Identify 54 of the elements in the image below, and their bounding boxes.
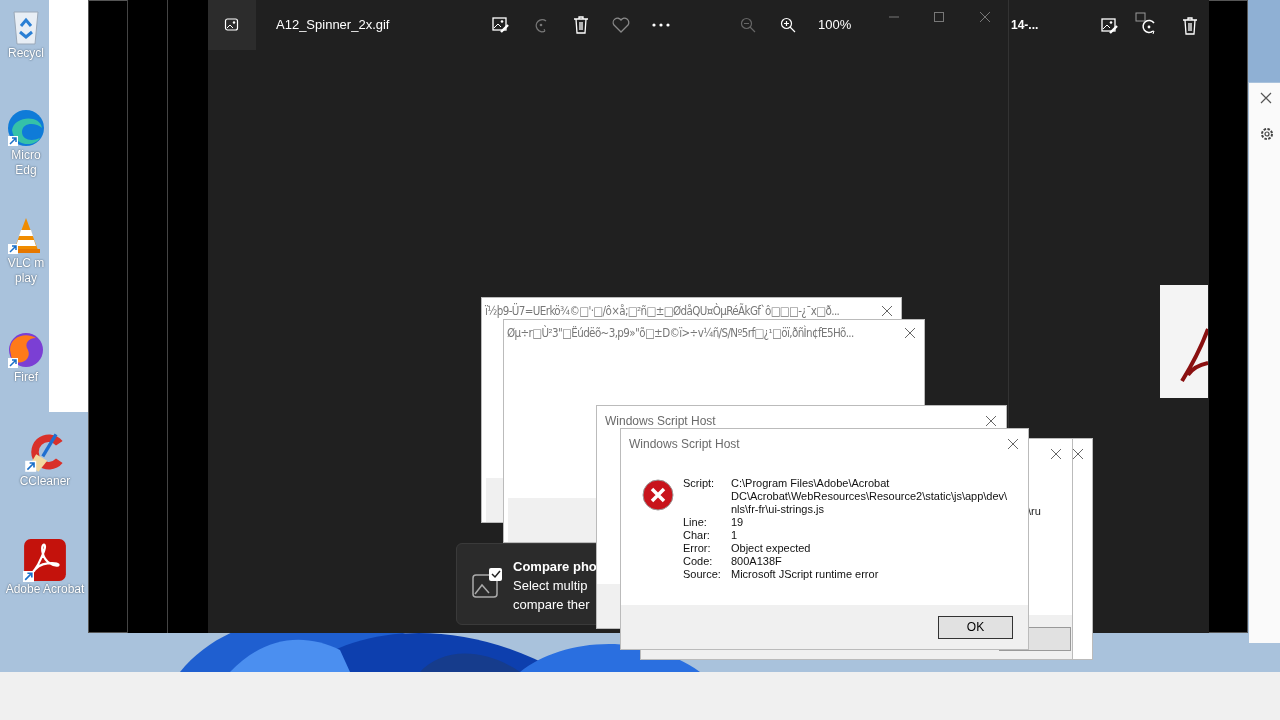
desktop-icon-label[interactable]: Micro Edg	[4, 148, 48, 178]
heart-icon[interactable]	[612, 17, 630, 33]
close-icon[interactable]	[881, 305, 893, 317]
field-label: Script:	[683, 477, 716, 491]
close-icon[interactable]	[1260, 92, 1272, 104]
browser-icon[interactable]	[6, 108, 46, 148]
dialog-title: Windows Script Host	[629, 437, 740, 451]
field-label: Source:	[683, 568, 722, 581]
field-value: C:\Program Files\Adobe\Acrobat DC\Acrobat\WebResources\Resource2\static\js\app\dev\nls\fr-fr\ui-strings.js	[731, 477, 1009, 516]
desktop-icon-label[interactable]: VLC m play	[4, 256, 48, 286]
dialog-title: Øµ÷r□Ù²3"□Ëúdëõ~3,p9»"õ□±D©ï>÷v¼ñ/S/Nº5rf□¿¹□öï,ðñÌn¢fE5Hõ...	[507, 326, 854, 340]
field-label: Line:	[683, 516, 708, 529]
image-icon	[224, 17, 240, 33]
trash-icon[interactable]	[1182, 17, 1198, 35]
toast-message: Select multip	[513, 577, 589, 595]
desktop-icon-label[interactable]: Firef	[14, 370, 38, 385]
error-icon	[642, 479, 674, 511]
file-name: 14-...	[1011, 18, 1039, 32]
more-icon[interactable]	[652, 23, 670, 27]
toast-message: compare ther	[513, 596, 591, 614]
desktop-icon-label[interactable]: Adobe Acrobat	[5, 582, 85, 597]
close-icon[interactable]	[1050, 448, 1062, 460]
field-label: Code:	[683, 555, 714, 568]
ok-button[interactable]: OK	[938, 615, 1013, 639]
desktop-icon-label[interactable]: CCleaner	[19, 474, 71, 489]
field-value: 19	[731, 516, 745, 529]
settings-icon[interactable]	[1259, 126, 1275, 142]
zoom-out-icon[interactable]	[740, 17, 756, 33]
field-value: 800A138F	[731, 555, 783, 568]
close-icon[interactable]	[985, 415, 997, 427]
edit-image-icon[interactable]	[1101, 17, 1119, 35]
trash-icon[interactable]	[573, 16, 589, 34]
field-label: Error:	[683, 542, 712, 555]
close-icon[interactable]	[979, 11, 991, 23]
pdf-reader-icon[interactable]	[23, 538, 67, 582]
pdf-swoosh-icon	[1178, 325, 1208, 385]
file-name: A12_Spinner_2x.gif	[276, 17, 390, 32]
field-value: Microsoft JScript runtime error	[731, 568, 880, 581]
close-icon[interactable]	[1007, 438, 1019, 450]
field-label: Char:	[683, 529, 711, 542]
field-value: 1	[731, 529, 739, 542]
zoom-in-icon[interactable]	[780, 17, 796, 33]
toast-title: Compare pho	[513, 558, 597, 576]
close-icon[interactable]	[1072, 448, 1084, 460]
edit-image-icon[interactable]	[492, 16, 510, 34]
dialog-title: Windows Script Host	[605, 414, 716, 428]
photos-check-icon	[469, 567, 503, 601]
close-icon[interactable]	[904, 327, 916, 339]
zoom-level[interactable]: 100%	[818, 17, 852, 32]
maximize-icon[interactable]	[933, 11, 945, 23]
app-tile[interactable]	[208, 0, 256, 50]
dialog-title: ï½þ9-Ü7=UErkö¾©□'·□/ô×å;□²ñ□±□ØdåQU¤ÒµRéÃkGf`ô□□□-¿¯x□ð...	[485, 304, 840, 318]
field-value: Object expected	[731, 542, 812, 555]
desktop-icon-label[interactable]: Recycl	[8, 46, 44, 61]
